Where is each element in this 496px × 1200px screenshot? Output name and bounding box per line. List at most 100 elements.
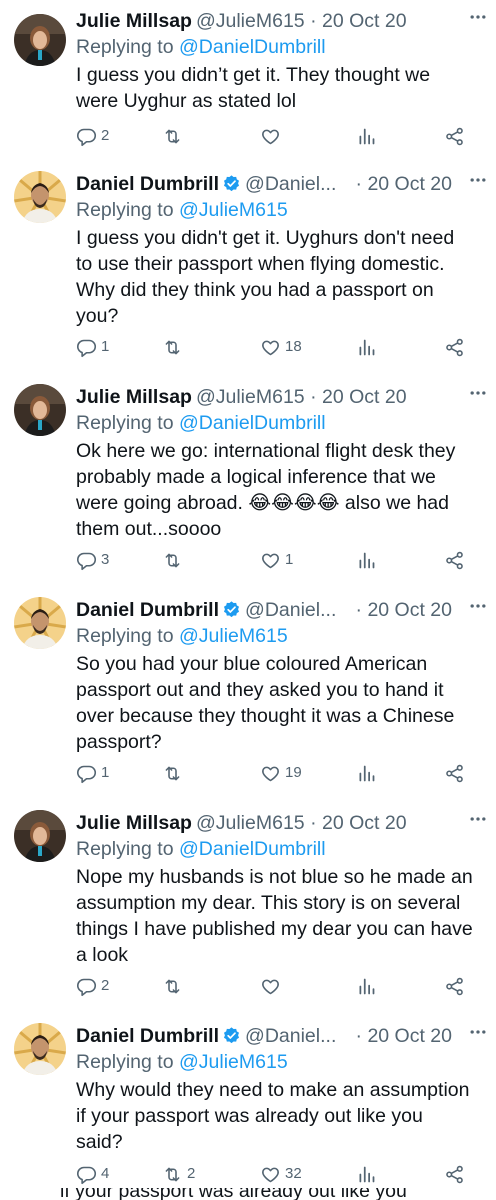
reply-button[interactable]: 2 xyxy=(76,974,109,998)
avatar[interactable] xyxy=(14,810,66,862)
author-name[interactable]: Daniel Dumbrill xyxy=(76,1025,219,1047)
timestamp[interactable]: 20 Oct 20 xyxy=(322,10,407,32)
more-icon[interactable] xyxy=(468,167,488,193)
author-name[interactable]: Daniel Dumbrill xyxy=(76,173,219,195)
avatar[interactable] xyxy=(14,14,66,66)
author-handle[interactable]: @Daniel... xyxy=(245,1023,336,1049)
reply-count: 2 xyxy=(101,127,110,144)
avatar[interactable] xyxy=(14,171,66,223)
reply-icon xyxy=(76,765,97,783)
views-button[interactable] xyxy=(356,974,377,998)
tweet[interactable]: Daniel Dumbrill @Daniel... · 20 Oct 20 Re… xyxy=(0,167,496,367)
replying-to-link[interactable]: @JulieM615 xyxy=(179,625,288,647)
tweet-actions: 2 xyxy=(76,974,476,998)
timestamp[interactable]: 20 Oct 20 xyxy=(322,812,407,834)
tweet-text-line: them out...soooo xyxy=(76,518,222,540)
share-button[interactable] xyxy=(444,335,465,359)
views-button[interactable] xyxy=(356,1162,377,1186)
replying-to-link[interactable]: @DanielDumbrill xyxy=(179,36,326,58)
replying-to-link[interactable]: @DanielDumbrill xyxy=(179,838,326,860)
retweet-button[interactable]: 2 xyxy=(162,1162,195,1186)
replying-to: Replying to @JulieM615 xyxy=(76,623,288,649)
retweet-button[interactable] xyxy=(162,548,183,572)
tweet[interactable]: Julie Millsap @JulieM615 · 20 Oct 20 Repl… xyxy=(0,4,496,154)
reply-count: 1 xyxy=(101,338,110,355)
author-name[interactable]: Julie Millsap xyxy=(76,386,192,408)
reply-icon xyxy=(76,1166,97,1184)
share-button[interactable] xyxy=(444,124,465,148)
timestamp[interactable]: 20 Oct 20 xyxy=(367,599,452,621)
reply-icon xyxy=(76,339,97,357)
avatar[interactable] xyxy=(14,384,66,436)
tweet[interactable]: Daniel Dumbrill @Daniel... · 20 Oct 20 Re… xyxy=(0,593,496,793)
tweet[interactable]: Julie Millsap @JulieM615 · 20 Oct 20 Repl… xyxy=(0,380,496,580)
author-name[interactable]: Julie Millsap xyxy=(76,10,192,32)
author-handle[interactable]: @Daniel... xyxy=(245,171,336,197)
more-icon[interactable] xyxy=(468,380,488,406)
author-name[interactable]: Daniel Dumbrill xyxy=(76,599,219,621)
replying-to-link[interactable]: @DanielDumbrill xyxy=(179,412,326,434)
avatar[interactable] xyxy=(14,1023,66,1075)
author-handle[interactable]: @JulieM615 xyxy=(196,812,305,834)
avatar-daniel-image xyxy=(14,171,66,223)
like-icon xyxy=(262,979,279,994)
tweet-text: Why would they need to make an assumptio… xyxy=(76,1077,482,1155)
tweet[interactable]: Daniel Dumbrill @Daniel... · 20 Oct 20 Re… xyxy=(0,1019,496,1189)
like-button[interactable] xyxy=(260,124,281,148)
share-button[interactable] xyxy=(444,548,465,572)
views-button[interactable] xyxy=(356,124,377,148)
share-button[interactable] xyxy=(444,1162,465,1186)
replying-to-link[interactable]: @JulieM615 xyxy=(179,199,288,221)
reply-button[interactable]: 4 xyxy=(76,1162,109,1186)
like-icon xyxy=(262,1167,279,1182)
retweet-button[interactable] xyxy=(162,335,183,359)
retweet-button[interactable] xyxy=(162,974,183,998)
views-button[interactable] xyxy=(356,761,377,785)
tweet-text-line: I guess you didn't get it. Uyghurs don't… xyxy=(76,227,455,249)
like-button[interactable]: 19 xyxy=(260,761,302,785)
reply-icon xyxy=(76,128,97,146)
like-button[interactable]: 18 xyxy=(260,335,302,359)
share-button[interactable] xyxy=(444,761,465,785)
author-handle[interactable]: @JulieM615 xyxy=(196,386,305,408)
retweet-icon xyxy=(165,1167,180,1181)
replying-to: Replying to @DanielDumbrill xyxy=(76,836,326,862)
more-icon[interactable] xyxy=(468,4,488,30)
reply-button[interactable]: 1 xyxy=(76,761,109,785)
more-icon[interactable] xyxy=(468,806,488,832)
tweet-header: Julie Millsap @JulieM615 · 20 Oct 20 xyxy=(76,384,474,410)
avatar[interactable] xyxy=(14,597,66,649)
reply-button[interactable]: 2 xyxy=(76,124,109,148)
more-icon[interactable] xyxy=(468,1019,488,1045)
like-button[interactable]: 1 xyxy=(260,548,293,572)
retweet-button[interactable] xyxy=(162,761,183,785)
retweet-button[interactable] xyxy=(162,124,183,148)
verified-badge-icon xyxy=(224,1027,240,1044)
replying-to-link[interactable]: @JulieM615 xyxy=(179,1051,288,1073)
tweet-header: Julie Millsap @JulieM615 · 20 Oct 20 xyxy=(76,8,474,34)
replying-prefix: Replying to xyxy=(76,199,174,221)
timestamp[interactable]: 20 Oct 20 xyxy=(367,1025,452,1047)
timestamp[interactable]: 20 Oct 20 xyxy=(322,386,407,408)
like-count: 32 xyxy=(285,1165,302,1182)
author-handle[interactable]: @Daniel... xyxy=(245,597,336,623)
author-name[interactable]: Julie Millsap xyxy=(76,812,192,834)
like-button[interactable] xyxy=(260,974,281,998)
reply-button[interactable]: 1 xyxy=(76,335,109,359)
views-button[interactable] xyxy=(356,335,377,359)
share-button[interactable] xyxy=(444,974,465,998)
more-icon[interactable] xyxy=(468,593,488,619)
reply-count: 4 xyxy=(101,1165,110,1182)
retweet-icon xyxy=(165,979,180,993)
like-button[interactable]: 32 xyxy=(260,1162,302,1186)
tweet-text-line: probably made a logical inference that w… xyxy=(76,466,436,488)
replying-prefix: Replying to xyxy=(76,36,174,58)
timestamp[interactable]: 20 Oct 20 xyxy=(367,173,452,195)
author-handle[interactable]: @JulieM615 xyxy=(196,10,305,32)
replying-to: Replying to @JulieM615 xyxy=(76,1049,288,1075)
reply-button[interactable]: 3 xyxy=(76,548,109,572)
tweet-text-line: passport out and they asked you to hand … xyxy=(76,679,444,701)
tweet[interactable]: Julie Millsap @JulieM615 · 20 Oct 20 Repl… xyxy=(0,806,496,1006)
views-button[interactable] xyxy=(356,548,377,572)
separator: · xyxy=(310,10,317,32)
